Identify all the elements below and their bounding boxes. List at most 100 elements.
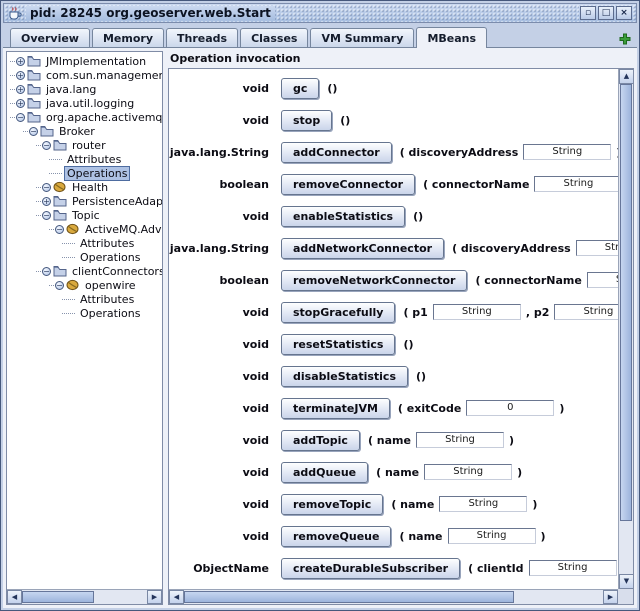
operation-button-addconnector[interactable]: addConnector xyxy=(281,142,392,163)
scroll-right-button[interactable]: ▶ xyxy=(147,590,162,604)
tree-node-persistenceadapter[interactable]: + PersistenceAdapter xyxy=(7,194,162,208)
tree-expand-handle-icon[interactable]: − xyxy=(16,113,25,122)
close-button[interactable]: × xyxy=(616,6,632,20)
tree-node-topic[interactable]: − Topic xyxy=(7,208,162,222)
param-field-discoveryaddress[interactable]: String xyxy=(576,240,618,256)
scrollbar-thumb[interactable] xyxy=(620,84,632,521)
scroll-up-button[interactable]: ▲ xyxy=(619,69,634,84)
operation-button-stopgracefully[interactable]: stopGracefully xyxy=(281,302,395,323)
operation-params: ( connectorNameString) xyxy=(423,176,618,192)
tree-node-jmimplementation[interactable]: + JMImplementation xyxy=(7,54,162,68)
tree-connector-line xyxy=(36,145,41,146)
operation-button-removequeue[interactable]: removeQueue xyxy=(281,526,391,547)
tree-node-icon xyxy=(27,83,41,95)
operation-button-removetopic[interactable]: removeTopic xyxy=(281,494,383,515)
tab-overview[interactable]: Overview xyxy=(10,28,90,47)
param-field-connectorname[interactable]: String xyxy=(587,272,618,288)
scroll-left-button[interactable]: ◀ xyxy=(7,590,22,604)
operation-button-gc[interactable]: gc xyxy=(281,78,319,99)
tree-node-router[interactable]: − router xyxy=(7,138,162,152)
tree-node-broker[interactable]: − Broker xyxy=(7,124,162,138)
param-field-p1[interactable]: String xyxy=(433,304,521,320)
param-field-clientid[interactable]: String xyxy=(529,560,617,576)
tree-connector-line xyxy=(23,131,28,132)
scroll-right-button[interactable]: ▶ xyxy=(603,590,618,604)
return-type-label: void xyxy=(169,338,269,351)
tree-expand-handle-icon[interactable]: + xyxy=(16,99,25,108)
tree-expand-handle-icon[interactable]: − xyxy=(42,211,51,220)
tab-mbeans[interactable]: MBeans xyxy=(416,27,487,48)
vertical-scrollbar[interactable]: ▲ ▼ xyxy=(618,69,633,589)
horizontal-scrollbar[interactable]: ◀ ▶ xyxy=(169,589,618,604)
tree-node-org-apache-activemq[interactable]: − org.apache.activemq xyxy=(7,110,162,124)
tab-vm-summary[interactable]: VM Summary xyxy=(310,28,414,47)
scroll-left-button[interactable]: ◀ xyxy=(169,590,184,604)
param-field-discoveryaddress[interactable]: String xyxy=(523,144,611,160)
tree-node-attributes[interactable]: Attributes xyxy=(7,152,162,166)
tree-node-attributes[interactable]: Attributes xyxy=(7,236,162,250)
tree-expand-handle-icon[interactable]: + xyxy=(16,85,25,94)
tree-node-java-util-logging[interactable]: + java.util.logging xyxy=(7,96,162,110)
param-field-name[interactable]: String xyxy=(448,528,536,544)
tab-memory[interactable]: Memory xyxy=(92,28,164,47)
tree-node-label: Attributes xyxy=(78,237,136,250)
mbeans-tree: + JMImplementation + com.sun.management … xyxy=(7,52,162,589)
tree-expand-handle-icon[interactable]: − xyxy=(42,267,51,276)
operation-button-createdurablesubscriber[interactable]: createDurableSubscriber xyxy=(281,558,460,579)
tree-node-label: Operations xyxy=(65,167,129,180)
tree-node-clientconnectors[interactable]: − clientConnectors xyxy=(7,264,162,278)
operation-button-addtopic[interactable]: addTopic xyxy=(281,430,360,451)
tree-node-icon xyxy=(53,139,67,151)
operation-button-terminatejvm[interactable]: terminateJVM xyxy=(281,398,390,419)
param-field-exitcode[interactable]: 0 xyxy=(466,400,554,416)
scrollbar-thumb[interactable] xyxy=(22,591,94,603)
tree-expand-handle-icon[interactable]: − xyxy=(42,141,51,150)
new-connection-plus-icon[interactable] xyxy=(619,30,631,42)
operation-button-addnetworkconnector[interactable]: addNetworkConnector xyxy=(281,238,444,259)
title-bar[interactable]: pid: 28245 org.geoserver.web.Start ▫ □ × xyxy=(3,3,637,23)
tree-node-operations[interactable]: Operations xyxy=(7,250,162,264)
minimize-button[interactable]: ▫ xyxy=(580,6,596,20)
param-field-connectorname[interactable]: String xyxy=(534,176,618,192)
param-field-name[interactable]: String xyxy=(416,432,504,448)
operation-row: void disableStatistics () xyxy=(169,366,618,386)
tree-node-icon xyxy=(66,279,80,291)
param-field-name[interactable]: String xyxy=(424,464,512,480)
tree-expand-handle-icon[interactable]: + xyxy=(16,57,25,66)
tree-expand-handle-icon[interactable]: − xyxy=(42,183,51,192)
tree-expand-handle-icon[interactable]: + xyxy=(16,71,25,80)
jconsole-app: { "window": { "title": "pid: 28245 org.g… xyxy=(0,0,640,611)
tree-node-com-sun-management[interactable]: + com.sun.management xyxy=(7,68,162,82)
tree-connector-line xyxy=(10,75,15,76)
tree-node-health[interactable]: − Health xyxy=(7,180,162,194)
tree-expand-handle-icon[interactable]: + xyxy=(42,197,51,206)
tab-classes[interactable]: Classes xyxy=(240,28,308,47)
params-empty-label: () xyxy=(416,370,426,383)
operation-button-stop[interactable]: stop xyxy=(281,110,332,131)
tree-expand-handle-icon[interactable]: − xyxy=(29,127,38,136)
return-type-label: java.lang.String xyxy=(169,146,269,159)
tree-node-java-lang[interactable]: + java.lang xyxy=(7,82,162,96)
tree-expand-handle-icon[interactable]: − xyxy=(55,281,64,290)
scroll-down-button[interactable]: ▼ xyxy=(619,574,634,589)
tree-node-activemq-advisory[interactable]: − ActiveMQ.Advisory xyxy=(7,222,162,236)
scrollbar-thumb[interactable] xyxy=(184,591,514,603)
tab-threads[interactable]: Threads xyxy=(166,28,238,47)
tree-node-openwire[interactable]: − openwire xyxy=(7,278,162,292)
tree-node-operations[interactable]: Operations xyxy=(7,306,162,320)
param-field-name[interactable]: String xyxy=(439,496,527,512)
tree-node-icon xyxy=(66,223,80,235)
tree-node-operations[interactable]: Operations xyxy=(7,166,162,180)
operation-button-removenetworkconnector[interactable]: removeNetworkConnector xyxy=(281,270,467,291)
operation-button-removeconnector[interactable]: removeConnector xyxy=(281,174,415,195)
operation-button-addqueue[interactable]: addQueue xyxy=(281,462,368,483)
maximize-button[interactable]: □ xyxy=(598,6,614,20)
operation-button-enablestatistics[interactable]: enableStatistics xyxy=(281,206,405,227)
tree-expand-handle-icon[interactable]: − xyxy=(55,225,64,234)
tree-horizontal-scrollbar[interactable]: ◀ ▶ xyxy=(7,589,162,604)
tree-node-attributes[interactable]: Attributes xyxy=(7,292,162,306)
param-field-p2[interactable]: String xyxy=(554,304,618,320)
operation-button-resetstatistics[interactable]: resetStatistics xyxy=(281,334,395,355)
operation-button-disablestatistics[interactable]: disableStatistics xyxy=(281,366,408,387)
params-close-label: ) xyxy=(559,402,564,415)
